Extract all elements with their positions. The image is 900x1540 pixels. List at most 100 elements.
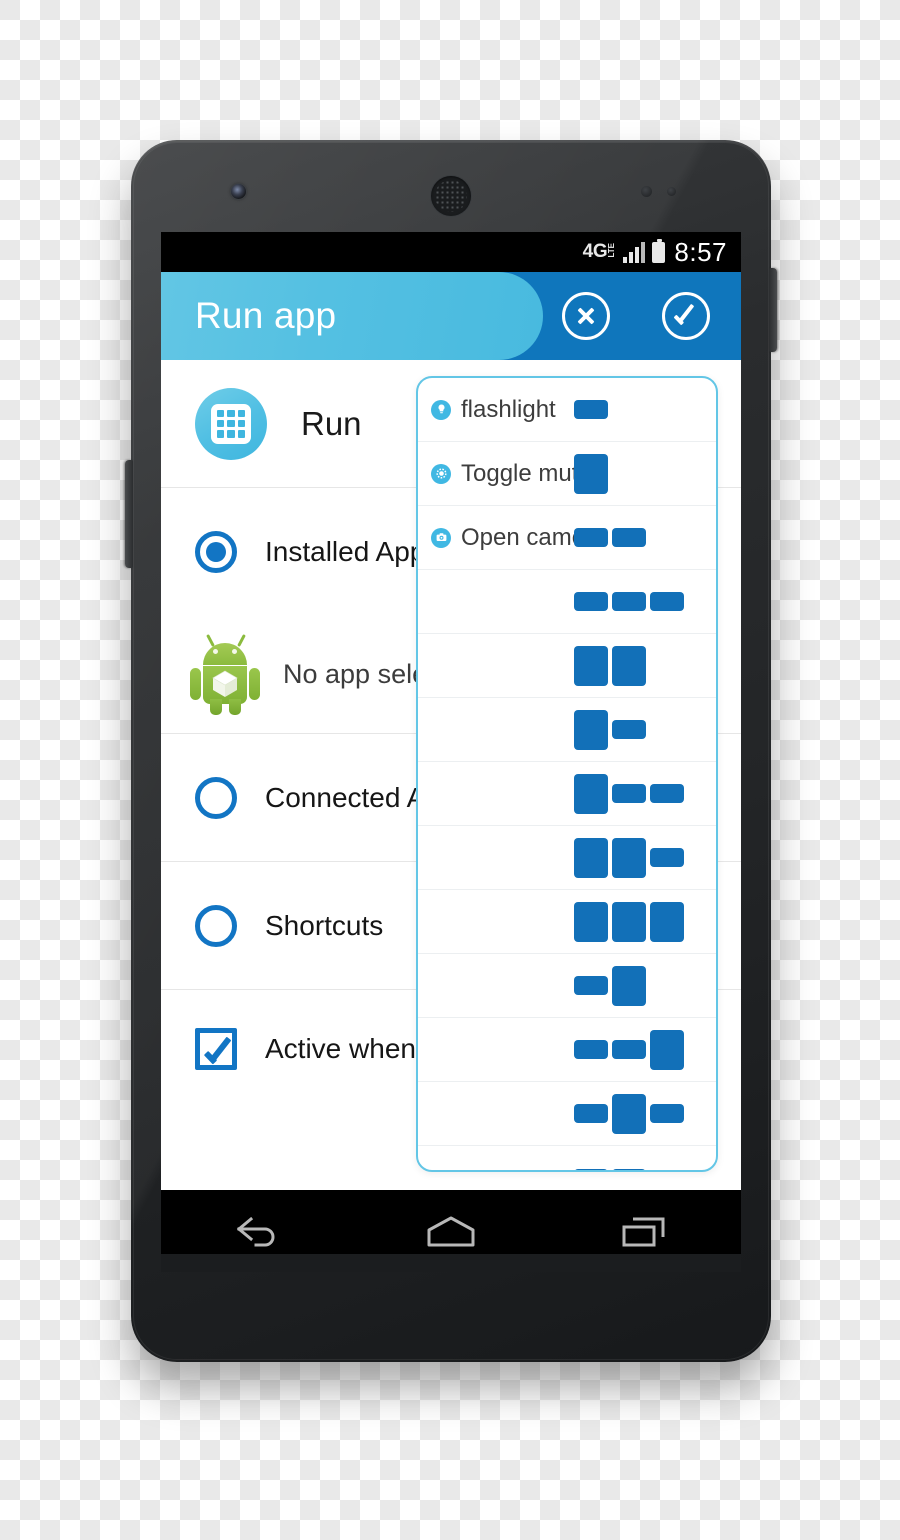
battery-icon <box>652 238 666 263</box>
suggestion-row[interactable] <box>418 698 716 762</box>
option-label-installed-apps: Installed Apps <box>265 536 440 567</box>
power-button[interactable] <box>769 268 777 352</box>
close-icon <box>575 305 597 327</box>
gesture-pattern <box>574 645 646 686</box>
gesture-pattern <box>574 965 646 1006</box>
pattern-block-tall <box>574 773 608 814</box>
app-title-bar: Run app <box>161 272 741 360</box>
suggestion-row[interactable] <box>418 1082 716 1146</box>
pattern-block-short <box>574 1040 608 1059</box>
settings-content: Run Installed Apps No app selected Conne… <box>161 360 741 1190</box>
flashlight-icon <box>431 399 451 420</box>
pattern-block-tall <box>574 709 608 750</box>
camera-icon <box>431 527 451 548</box>
suggestion-label: flashlight <box>461 395 556 423</box>
gesture-pattern <box>574 400 608 419</box>
back-button[interactable] <box>203 1204 313 1254</box>
option-label-shortcuts: Shortcuts <box>265 909 384 941</box>
confirm-button[interactable] <box>662 292 710 340</box>
radio-shortcuts[interactable] <box>195 904 237 947</box>
run-label: Run <box>301 404 362 442</box>
suggestion-row[interactable] <box>418 762 716 826</box>
pattern-block-short <box>574 1104 608 1123</box>
android-robot-icon <box>189 633 261 715</box>
home-icon <box>427 1216 475 1247</box>
apps-grid-glyph <box>211 403 251 444</box>
pattern-block-tall <box>650 901 684 942</box>
pattern-block-tall <box>612 645 646 686</box>
cube-glyph <box>212 670 238 697</box>
radio-connected-apps[interactable] <box>195 776 237 819</box>
pattern-block-tall <box>574 645 608 686</box>
checkbox-active-when-screen-off[interactable] <box>195 1028 237 1070</box>
pattern-block-tall <box>612 1093 646 1134</box>
earpiece-speaker <box>431 176 471 216</box>
pattern-block-short <box>612 1040 646 1059</box>
gesture-pattern <box>574 453 608 494</box>
pattern-block-short <box>574 1168 608 1170</box>
front-camera-lens <box>231 184 246 199</box>
pattern-block-short <box>574 400 608 419</box>
back-arrow-icon <box>236 1217 275 1247</box>
suggestion-row[interactable] <box>418 826 716 890</box>
pattern-block-short <box>612 784 646 803</box>
check-icon <box>673 305 699 327</box>
pattern-block-short <box>612 1168 646 1170</box>
gesture-pattern <box>574 528 646 547</box>
gesture-pattern <box>574 592 684 611</box>
network-indicator: 4G LTE <box>583 242 617 261</box>
gesture-suggestion-panel[interactable]: flashlight Toggle mute Open camera <box>416 376 718 1172</box>
pattern-block-short <box>612 528 646 547</box>
signal-strength-icon <box>623 241 646 263</box>
android-navigation-bar <box>161 1190 741 1254</box>
suggestion-row[interactable]: Open camera <box>418 506 716 570</box>
suggestion-row[interactable] <box>418 570 716 634</box>
pattern-block-short <box>650 1104 684 1123</box>
pattern-block-short <box>650 592 684 611</box>
proximity-sensor <box>641 186 697 198</box>
mute-icon <box>431 463 451 484</box>
pattern-block-tall <box>574 837 608 878</box>
suggestion-row[interactable] <box>418 1146 716 1170</box>
gesture-pattern <box>574 1029 684 1070</box>
suggestion-row[interactable] <box>418 954 716 1018</box>
pattern-block-tall <box>612 901 646 942</box>
suggestion-label: Toggle mute <box>461 459 592 487</box>
suggestion-row[interactable] <box>418 890 716 954</box>
gesture-pattern <box>574 709 646 750</box>
pattern-block-short <box>650 848 684 867</box>
pattern-block-tall <box>612 965 646 1006</box>
gesture-pattern <box>574 901 684 942</box>
pattern-block-tall <box>650 1029 684 1070</box>
pattern-block-short <box>574 528 608 547</box>
gesture-pattern <box>574 773 684 814</box>
status-bar: 4G LTE 8:57 <box>161 232 741 272</box>
cancel-button[interactable] <box>562 292 610 340</box>
gesture-pattern <box>574 837 684 878</box>
radio-installed-apps[interactable] <box>195 531 237 573</box>
phone-device: 4G LTE 8:57 Run app Run Installed Apps N… <box>125 140 777 1362</box>
pattern-block-short <box>574 976 608 995</box>
volume-button[interactable] <box>125 460 133 568</box>
recent-apps-button[interactable] <box>589 1204 699 1254</box>
earpiece-mesh <box>435 180 467 212</box>
pattern-block-short <box>612 720 646 739</box>
pattern-block-short <box>612 592 646 611</box>
pattern-block-short <box>650 784 684 803</box>
pattern-block-tall <box>612 837 646 878</box>
suggestion-row[interactable] <box>418 1018 716 1082</box>
home-button[interactable] <box>396 1204 506 1254</box>
suggestion-row[interactable] <box>418 634 716 698</box>
title-pill: Run app <box>161 272 543 360</box>
suggestion-row[interactable]: Toggle mute <box>418 442 716 506</box>
status-bar-clock: 8:57 <box>674 236 727 267</box>
page-title: Run app <box>195 295 337 336</box>
phone-screen: 4G LTE 8:57 Run app Run Installed Apps N… <box>161 232 741 1254</box>
bottom-speaker-strip <box>161 1254 741 1272</box>
pattern-block-tall <box>574 901 608 942</box>
gesture-pattern <box>574 1093 684 1134</box>
suggestion-row[interactable]: flashlight <box>418 378 716 442</box>
apps-grid-icon <box>195 387 267 460</box>
recent-apps-icon <box>622 1217 665 1247</box>
gesture-pattern <box>574 1168 646 1170</box>
